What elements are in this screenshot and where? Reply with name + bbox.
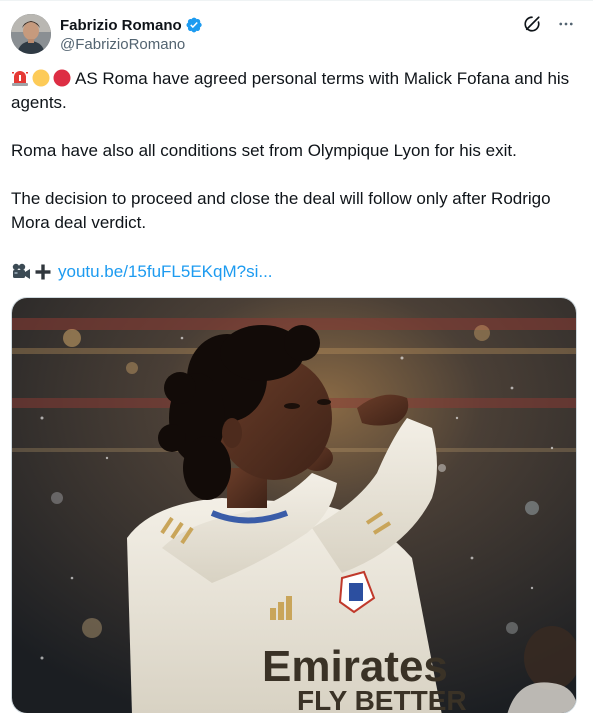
siren-emoji-icon	[12, 71, 28, 86]
author-name-row[interactable]: Fabrizio Romano	[60, 15, 203, 35]
movie-camera-emoji-icon	[12, 263, 30, 279]
shirt-sponsor-text: Emirates	[262, 642, 448, 691]
tweet-media-image[interactable]: Emirates FLY BETTER	[11, 297, 577, 713]
author-display-name[interactable]: Fabrizio Romano	[60, 17, 182, 34]
youtube-link[interactable]: youtu.be/15fuFL5EKqM?si...	[58, 262, 273, 282]
red-circle-emoji-icon	[53, 69, 71, 87]
tweet-card[interactable]: Fabrizio Romano @FabrizioRomano AS Roma …	[0, 0, 593, 713]
grok-icon[interactable]	[521, 13, 543, 35]
tweet-link-line: youtu.be/15fuFL5EKqM?si...	[11, 260, 273, 284]
more-dots-icon[interactable]	[555, 13, 577, 35]
tweet-text: AS Roma have agreed personal terms with …	[11, 67, 579, 235]
player-photo-icon: Emirates FLY BETTER	[12, 298, 576, 713]
tweet-paragraph-1-text: AS Roma have agreed personal terms with …	[11, 69, 570, 112]
yellow-circle-emoji-icon	[32, 69, 50, 87]
tweet-paragraph-3: The decision to proceed and close the de…	[11, 189, 551, 232]
verified-badge-icon	[186, 17, 202, 33]
tweet-paragraph-2: Roma have also all conditions set from O…	[11, 141, 517, 160]
tweet-paragraph-1: AS Roma have agreed personal terms with …	[11, 67, 579, 115]
svg-text:FLY BETTER: FLY BETTER	[297, 685, 467, 713]
author-avatar[interactable]	[11, 14, 51, 54]
plus-emoji-icon	[35, 264, 51, 280]
author-handle[interactable]: @FabrizioRomano	[60, 36, 185, 53]
tweet-top-actions	[521, 13, 577, 35]
lead-emojis	[11, 69, 71, 87]
avatar-photo-icon	[11, 14, 51, 54]
